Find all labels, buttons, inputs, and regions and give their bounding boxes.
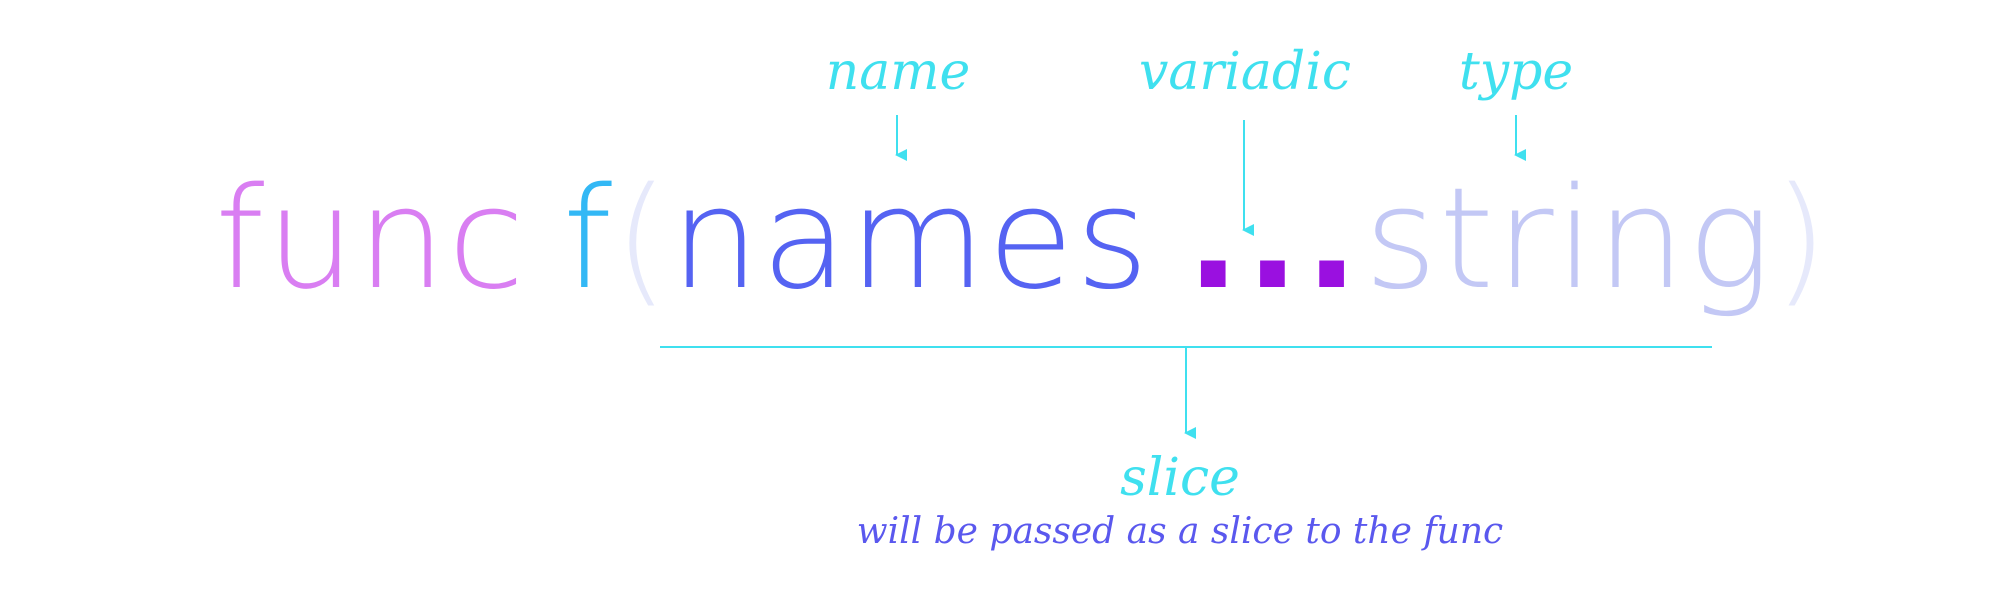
open-paren: ( [614, 158, 671, 321]
close-paren: ) [1773, 158, 1830, 321]
variadic-function-diagram: name variadic type func f(names ...string)… [0, 0, 2000, 600]
function-name: f [562, 158, 615, 321]
type-annotation: type [1458, 42, 1574, 102]
param-type: string [1364, 158, 1774, 321]
slice-description: will be passed as a slice to the func [856, 511, 1504, 552]
func-keyword: func [215, 158, 527, 321]
variadic-annotation: variadic [1139, 42, 1351, 102]
name-annotation: name [825, 42, 971, 102]
function-signature: func f(names ...string) [215, 140, 1830, 340]
slice-annotation: slice [1120, 448, 1240, 508]
param-name: names [670, 158, 1151, 321]
variadic-dots: ... [1186, 158, 1365, 321]
